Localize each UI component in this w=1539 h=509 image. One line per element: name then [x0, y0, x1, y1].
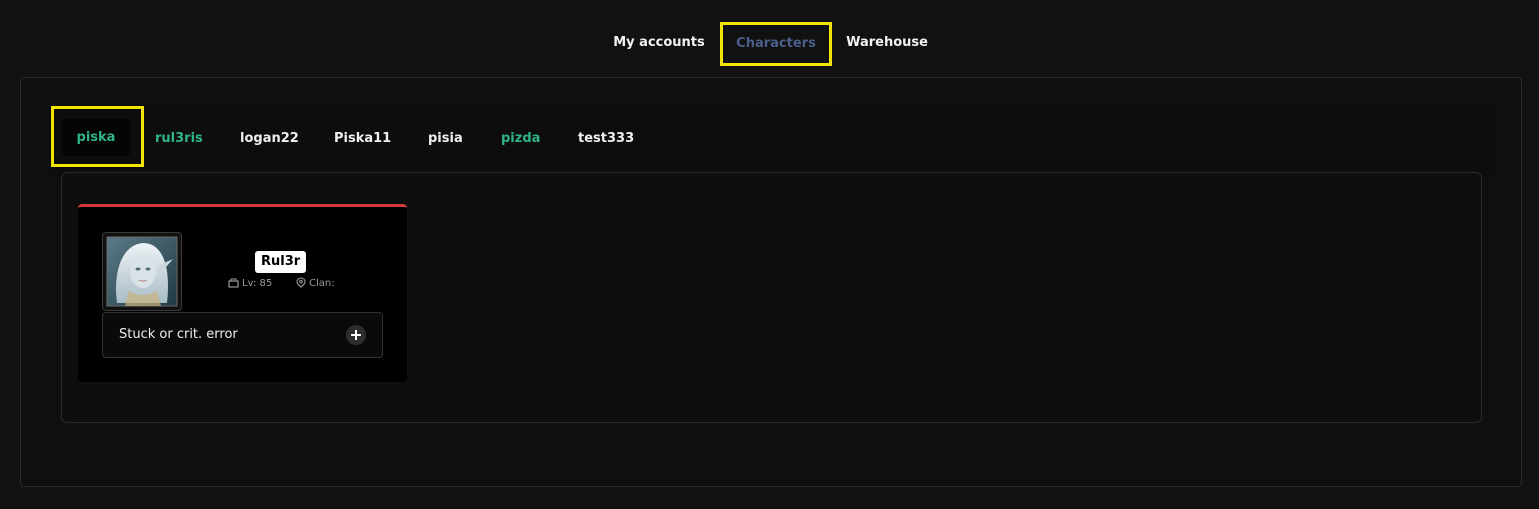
- character-tab-piska-label: piska: [62, 119, 130, 156]
- character-clan: Clan:: [296, 277, 335, 291]
- location-pin-icon: [296, 277, 306, 288]
- character-clan-text: Clan:: [309, 278, 335, 289]
- character-level-text: Lv: 85: [242, 278, 273, 289]
- character-tab-rul3ris[interactable]: rul3ris: [155, 126, 203, 152]
- character-tab-piska[interactable]: piska: [51, 106, 144, 167]
- stuck-error-button[interactable]: Stuck or crit. error: [102, 312, 383, 358]
- tab-characters[interactable]: Characters: [720, 22, 832, 66]
- character-tab-pisia[interactable]: pisia: [428, 126, 463, 152]
- character-tab-piska11[interactable]: Piska11: [334, 126, 391, 152]
- top-navigation: My accounts Characters Warehouse: [0, 0, 1539, 76]
- character-level: Lv: 85: [228, 277, 272, 291]
- tab-warehouse[interactable]: Warehouse: [840, 22, 934, 66]
- character-name: Rul3r: [255, 251, 307, 273]
- plus-icon[interactable]: [346, 325, 366, 345]
- stuck-error-label: Stuck or crit. error: [119, 327, 238, 342]
- character-tab-logan22[interactable]: logan22: [240, 126, 299, 152]
- character-tab-pizda[interactable]: pizda: [501, 126, 540, 152]
- tab-my-accounts[interactable]: My accounts: [608, 22, 710, 66]
- level-icon: [228, 278, 239, 288]
- character-tab-test333[interactable]: test333: [578, 126, 634, 152]
- character-avatar: [102, 232, 182, 311]
